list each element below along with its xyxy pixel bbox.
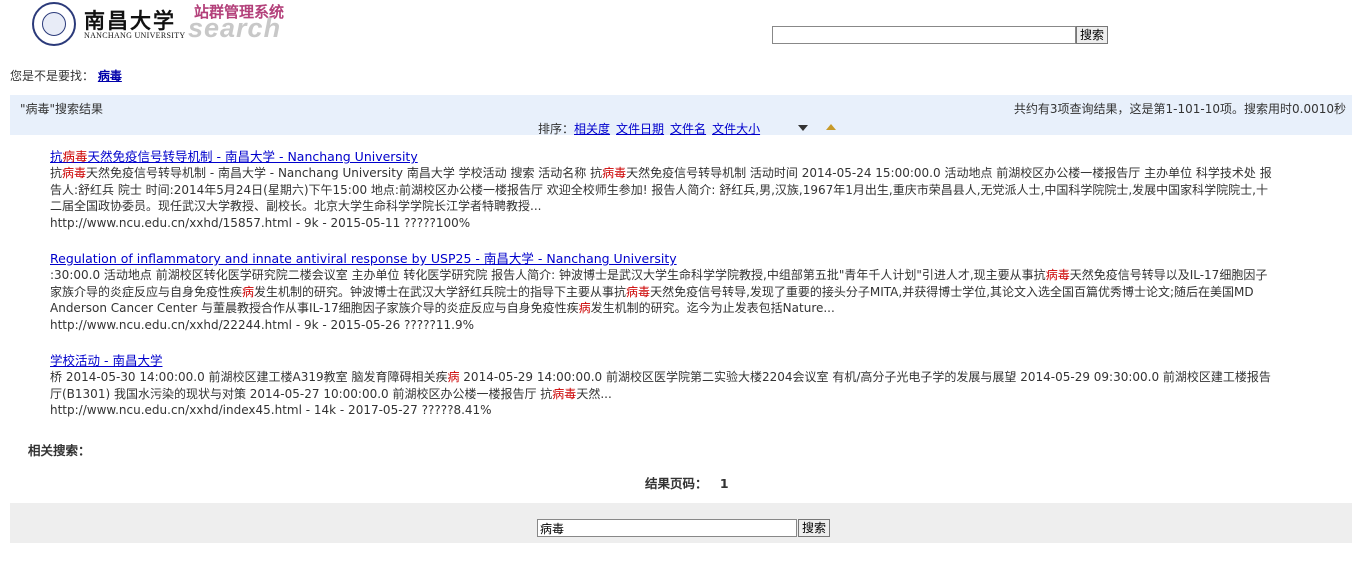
result-title-link[interactable]: Regulation of inflammatory and innate an… <box>50 251 1275 266</box>
result-title-highlight: 病毒 <box>62 149 88 164</box>
snippet-highlight: 病毒 <box>62 166 87 180</box>
sort-ascending-icon[interactable] <box>826 124 836 130</box>
did-you-mean-link[interactable]: 病毒 <box>98 69 122 83</box>
top-search-button[interactable]: 搜索 <box>1076 26 1109 44</box>
result-snippet: 桥 2014-05-30 14:00:00.0 前湖校区建工楼A319教室 脑发… <box>50 369 1275 402</box>
sort-descending-icon[interactable] <box>798 125 808 131</box>
snippet-text: 桥 2014-05-30 14:00:00.0 前湖校区建工楼A319教室 脑发… <box>50 370 448 384</box>
snippet-highlight: 病 <box>242 284 255 299</box>
top-search-input[interactable] <box>772 26 1076 44</box>
snippet-highlight: 病毒 <box>1045 268 1070 282</box>
result-url-line: http://www.ncu.edu.cn/xxhd/15857.html - … <box>50 215 471 230</box>
logo-english-name: NANCHANG UNIVERSITY <box>84 31 186 40</box>
bottom-search-button[interactable]: 搜索 <box>798 519 831 537</box>
sort-filename[interactable]: 文件名 <box>670 122 706 136</box>
page-header: 南昌大学 NANCHANG UNIVERSITY 站群管理系统 search <box>0 0 1352 50</box>
sort-filesize[interactable]: 文件大小 <box>712 122 760 136</box>
sort-label: 排序： <box>538 122 575 136</box>
university-seal-logo <box>32 2 76 46</box>
did-you-mean: 您是不是要找： 病毒 <box>10 67 122 84</box>
result-title-pre: 学校活动 - 南昌大学 <box>50 353 163 368</box>
pager-label: 结果页码： <box>645 476 708 491</box>
sort-relevance[interactable]: 相关度 <box>574 122 610 136</box>
did-you-mean-prefix: 您是不是要找： <box>10 69 95 83</box>
result-snippet: 抗病毒天然免疫信号转导机制 - 南昌大学 - Nanchang Universi… <box>50 165 1275 215</box>
result-title-link[interactable]: 学校活动 - 南昌大学 <box>50 353 1275 368</box>
result-url-line: http://www.ncu.edu.cn/xxhd/22244.html - … <box>50 317 475 332</box>
related-searches-label: 相关搜索： <box>28 443 91 458</box>
search-result-1: 抗病毒天然免疫信号转导机制 - 南昌大学 - Nanchang Universi… <box>50 149 1275 231</box>
pager-current-page[interactable]: 1 <box>720 476 729 491</box>
snippet-highlight: 病 <box>447 370 460 384</box>
snippet-text: 发生机制的研究。迄今为止发表包括Nature... <box>590 301 835 315</box>
sort-date[interactable]: 文件日期 <box>616 122 664 136</box>
result-url-line: http://www.ncu.edu.cn/xxhd/index45.html … <box>50 403 492 417</box>
snippet-text: :30:00.0 活动地点 前湖校区转化医学研究院二楼会议室 主办单位 转化医学… <box>50 268 1046 282</box>
search-result-3: 学校活动 - 南昌大学 桥 2014-05-30 14:00:00.0 前湖校区… <box>50 353 1275 418</box>
snippet-text: 天然免疫信号转导机制 - 南昌大学 - Nanchang University … <box>86 166 603 180</box>
snippet-highlight: 病毒 <box>552 386 577 401</box>
query-label: "病毒"搜索结果 <box>20 102 104 116</box>
result-title-pre: 抗 <box>50 149 63 164</box>
pager: 结果页码： 1 <box>645 473 729 492</box>
snippet-highlight: 病 <box>578 301 591 315</box>
result-title-post: 天然免疫信号转导机制 - 南昌大学 - Nanchang University <box>87 149 418 164</box>
bottom-search-input[interactable] <box>537 519 797 537</box>
sort-options: 排序：相关度 文件日期 文件名 文件大小 <box>538 120 766 137</box>
snippet-highlight: 病毒 <box>626 284 651 299</box>
snippet-text: 天然... <box>576 386 612 401</box>
results-header-bar: "病毒"搜索结果 共约有3项查询结果，这是第1-101-10项。搜索用时0.00… <box>10 95 1352 137</box>
search-result-2: Regulation of inflammatory and innate an… <box>50 251 1275 333</box>
system-search-wordmark: search <box>188 13 282 43</box>
snippet-highlight: 病毒 <box>602 166 627 180</box>
result-snippet: :30:00.0 活动地点 前湖校区转化医学研究院二楼会议室 主办单位 转化医学… <box>50 267 1275 317</box>
result-title-link[interactable]: 抗病毒天然免疫信号转导机制 - 南昌大学 - Nanchang Universi… <box>50 149 1275 164</box>
results-summary: 共约有3项查询结果，这是第1-101-10项。搜索用时0.0010秒 <box>1013 102 1346 116</box>
snippet-text: 抗 <box>50 166 63 180</box>
result-title-pre: Regulation of inflammatory and innate an… <box>50 251 677 266</box>
snippet-text: 发生机制的研究。钟波博士在武汉大学舒红兵院士的指导下主要从事抗 <box>254 284 627 299</box>
